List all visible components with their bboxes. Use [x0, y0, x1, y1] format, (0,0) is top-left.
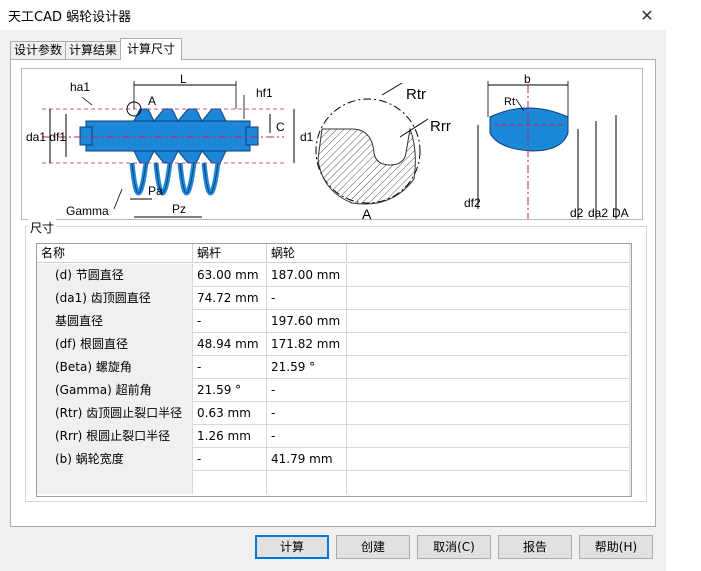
table-row[interactable]: (df) 根圆直径 48.94 mm 171.82 mm [37, 333, 631, 356]
label-da2: da2 [588, 206, 608, 220]
table-row[interactable]: (Rtr) 齿顶圆止裂口半径 0.63 mm - [37, 402, 631, 425]
cancel-button[interactable]: 取消(C) [417, 535, 491, 559]
row-gear-value: - [267, 287, 347, 310]
dimensions-table[interactable]: 名称 蜗杆 蜗轮 (d) 节圆直径 63.00 mm 187.00 mm (da… [36, 243, 632, 497]
label-df2: df2 [464, 196, 481, 210]
tab-calc-dimensions[interactable]: 计算尺寸 [120, 38, 183, 60]
row-gear-empty [267, 471, 347, 494]
label-Gamma: Gamma [66, 204, 109, 218]
row-name: (Gamma) 超前角 [37, 379, 193, 402]
column-header-name[interactable]: 名称 [37, 244, 193, 263]
row-name: (df) 根圆直径 [37, 333, 193, 356]
diagram-svg: ha1 L hf1 A C d1 da1 df1 Pa Pz Gamma Rtr… [26, 72, 629, 220]
table-row[interactable]: (Rrr) 根圆止裂口半径 1.26 mm - [37, 425, 631, 448]
label-Pz: Pz [172, 202, 186, 216]
row-gear-value: - [267, 379, 347, 402]
row-worm-value: 1.26 mm [193, 425, 267, 448]
row-name: (b) 蜗轮宽度 [37, 448, 193, 471]
table-vertical-scrollbar[interactable]: ▲ ▼ [629, 244, 631, 496]
row-worm-value: 0.63 mm [193, 402, 267, 425]
label-ha1: ha1 [70, 80, 90, 94]
dimensions-group-label: 尺寸 [28, 219, 57, 236]
title-bar: 天工CAD 蜗轮设计器 ✕ [0, 0, 701, 30]
row-worm-value: 63.00 mm [193, 264, 267, 287]
dimensions-group: 尺寸 名称 蜗杆 蜗轮 (d) 节圆直径 63.00 mm 187.00 mm … [25, 219, 647, 502]
table-row[interactable]: 基圆直径 - 197.60 mm [37, 310, 631, 333]
row-worm-value: 48.94 mm [193, 333, 267, 356]
label-da1-df1: da1 df1 [26, 130, 66, 144]
label-d1: d1 [300, 130, 314, 144]
row-name-empty [37, 471, 193, 494]
label-Rrr: Rrr [430, 118, 451, 135]
row-gear-value: 197.60 mm [267, 310, 347, 333]
row-name: (d) 节圆直径 [37, 264, 193, 287]
label-Pa: Pa [148, 184, 163, 198]
table-row[interactable]: (Gamma) 超前角 21.59 ° - [37, 379, 631, 402]
report-button[interactable]: 报告 [498, 535, 572, 559]
label-DA: DA [612, 206, 629, 220]
label-Rtr: Rtr [406, 86, 426, 103]
tab-design-params[interactable]: 设计参数 [10, 41, 67, 60]
tab-calc-results[interactable]: 计算结果 [65, 41, 122, 60]
worm-gear-diagram: ha1 L hf1 A C d1 da1 df1 Pa Pz Gamma Rtr… [21, 68, 643, 220]
table-row[interactable]: (Beta) 螺旋角 - 21.59 ° [37, 356, 631, 379]
row-worm-value: 21.59 ° [193, 379, 267, 402]
row-name: 基圆直径 [37, 310, 193, 333]
row-worm-value: 74.72 mm [193, 287, 267, 310]
table-header: 名称 蜗杆 蜗轮 [37, 244, 631, 263]
dialog-client: 设计参数 计算结果 计算尺寸 ha1 L hf1 A C d1 da1 df1 … [0, 30, 666, 571]
window-title: 天工CAD 蜗轮设计器 [8, 10, 132, 25]
scroll-down-icon[interactable]: ▼ [630, 479, 631, 496]
label-A-detail: A [362, 206, 372, 220]
label-L: L [180, 72, 187, 86]
calculate-button[interactable]: 计算 [255, 535, 329, 559]
label-d2: d2 [570, 206, 584, 220]
row-gear-value: - [267, 402, 347, 425]
create-button[interactable]: 创建 [336, 535, 410, 559]
table-row[interactable]: (d) 节圆直径 63.00 mm 187.00 mm [37, 264, 631, 287]
tab-strip: 设计参数 计算结果 计算尺寸 [10, 38, 183, 60]
table-row[interactable]: (b) 蜗轮宽度 - 41.79 mm [37, 448, 631, 471]
row-gear-value: 171.82 mm [267, 333, 347, 356]
label-A-worm: A [148, 94, 156, 108]
row-gear-value: 41.79 mm [267, 448, 347, 471]
table-row-partial[interactable] [37, 471, 631, 494]
row-worm-value: - [193, 356, 267, 379]
worm-gear-drawing [477, 81, 617, 219]
row-gear-value: 187.00 mm [267, 264, 347, 287]
row-gear-value: - [267, 425, 347, 448]
label-C: C [276, 120, 285, 134]
row-gear-value: 21.59 ° [267, 356, 347, 379]
label-b: b [524, 72, 531, 86]
table-row[interactable]: (da1) 齿顶圆直径 74.72 mm - [37, 287, 631, 310]
dialog-window: 天工CAD 蜗轮设计器 ✕ 设计参数 计算结果 计算尺寸 ha1 L hf1 A… [0, 0, 701, 571]
column-header-gear[interactable]: 蜗轮 [267, 244, 347, 263]
label-Rt: Rt [504, 96, 515, 108]
column-header-worm[interactable]: 蜗杆 [193, 244, 267, 263]
row-name: (Rtr) 齿顶圆止裂口半径 [37, 402, 193, 425]
row-name: (Rrr) 根圆止裂口半径 [37, 425, 193, 448]
tab-panel: ha1 L hf1 A C d1 da1 df1 Pa Pz Gamma Rtr… [10, 59, 656, 527]
row-worm-empty [193, 471, 267, 494]
help-button[interactable]: 帮助(H) [579, 535, 653, 559]
row-worm-value: - [193, 310, 267, 333]
worm-drawing [42, 81, 295, 218]
label-hf1: hf1 [256, 86, 273, 100]
row-name: (da1) 齿顶圆直径 [37, 287, 193, 310]
close-icon[interactable]: ✕ [631, 0, 663, 30]
scroll-up-icon[interactable]: ▲ [630, 244, 631, 261]
row-worm-value: - [193, 448, 267, 471]
row-name: (Beta) 螺旋角 [37, 356, 193, 379]
